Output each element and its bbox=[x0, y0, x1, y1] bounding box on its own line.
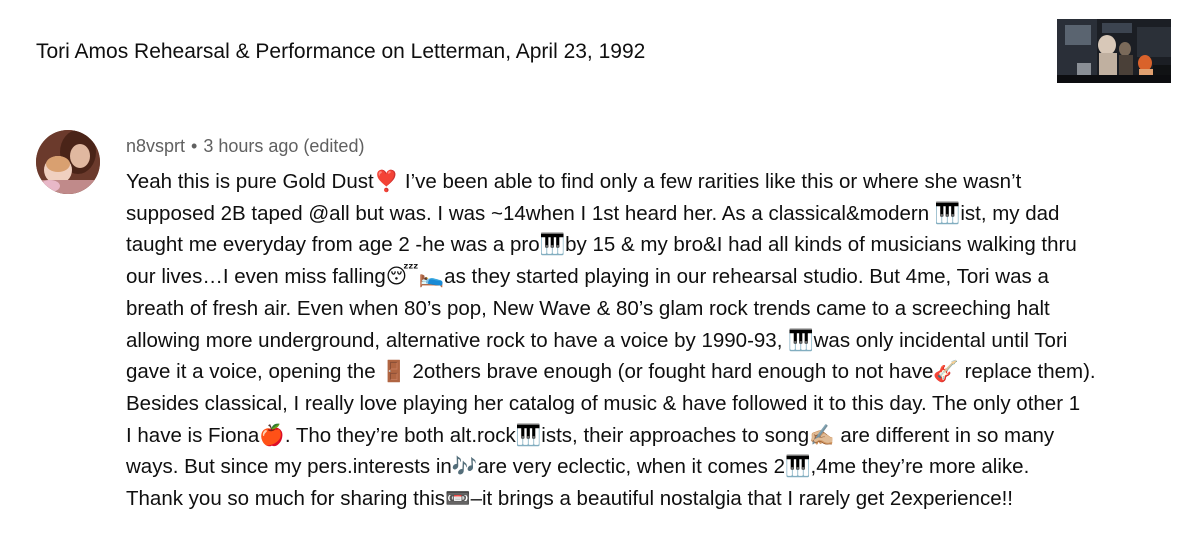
comment-screenshot: Tori Amos Rehearsal & Performance on Let… bbox=[0, 0, 1200, 537]
avatar[interactable] bbox=[36, 130, 100, 194]
comment-line: gave it a voice, opening the 🚪 2others b… bbox=[126, 360, 1096, 384]
comment-line: allowing more underground, alternative r… bbox=[126, 328, 1068, 352]
comment-line: supposed 2B taped @all but was. I was ~1… bbox=[126, 201, 1060, 225]
video-thumbnail[interactable] bbox=[1057, 19, 1171, 83]
comment-line: breath of fresh air. Even when 80’s pop,… bbox=[126, 296, 1050, 320]
separator-dot: • bbox=[191, 136, 198, 156]
comment-line: our lives…I even miss falling😴🛌as they s… bbox=[126, 265, 1049, 289]
comment-text: Yeah this is pure Gold Dust❣️ I’ve been … bbox=[126, 166, 1186, 515]
comment-line: Thank you so much for sharing this📼–it b… bbox=[126, 487, 1014, 511]
avatar-image bbox=[36, 130, 100, 194]
author-name[interactable]: n8vsprt bbox=[126, 136, 185, 156]
comment-line: I have is Fiona🍎. Tho they’re both alt.r… bbox=[126, 423, 1055, 447]
thumbnail-image bbox=[1057, 19, 1171, 83]
comment-timestamp[interactable]: 3 hours ago (edited) bbox=[203, 136, 364, 156]
comment-line: ways. But since my pers.interests in🎶are… bbox=[126, 455, 1030, 479]
video-title[interactable]: Tori Amos Rehearsal & Performance on Let… bbox=[36, 38, 645, 66]
comment-line: Besides classical, I really love playing… bbox=[126, 391, 1081, 415]
comment-header: n8vsprt • 3 hours ago (edited) bbox=[126, 134, 364, 158]
comment-line: Yeah this is pure Gold Dust❣️ I’ve been … bbox=[126, 170, 1022, 193]
comment-line: taught me everyday from age 2 -he was a … bbox=[126, 233, 1077, 257]
